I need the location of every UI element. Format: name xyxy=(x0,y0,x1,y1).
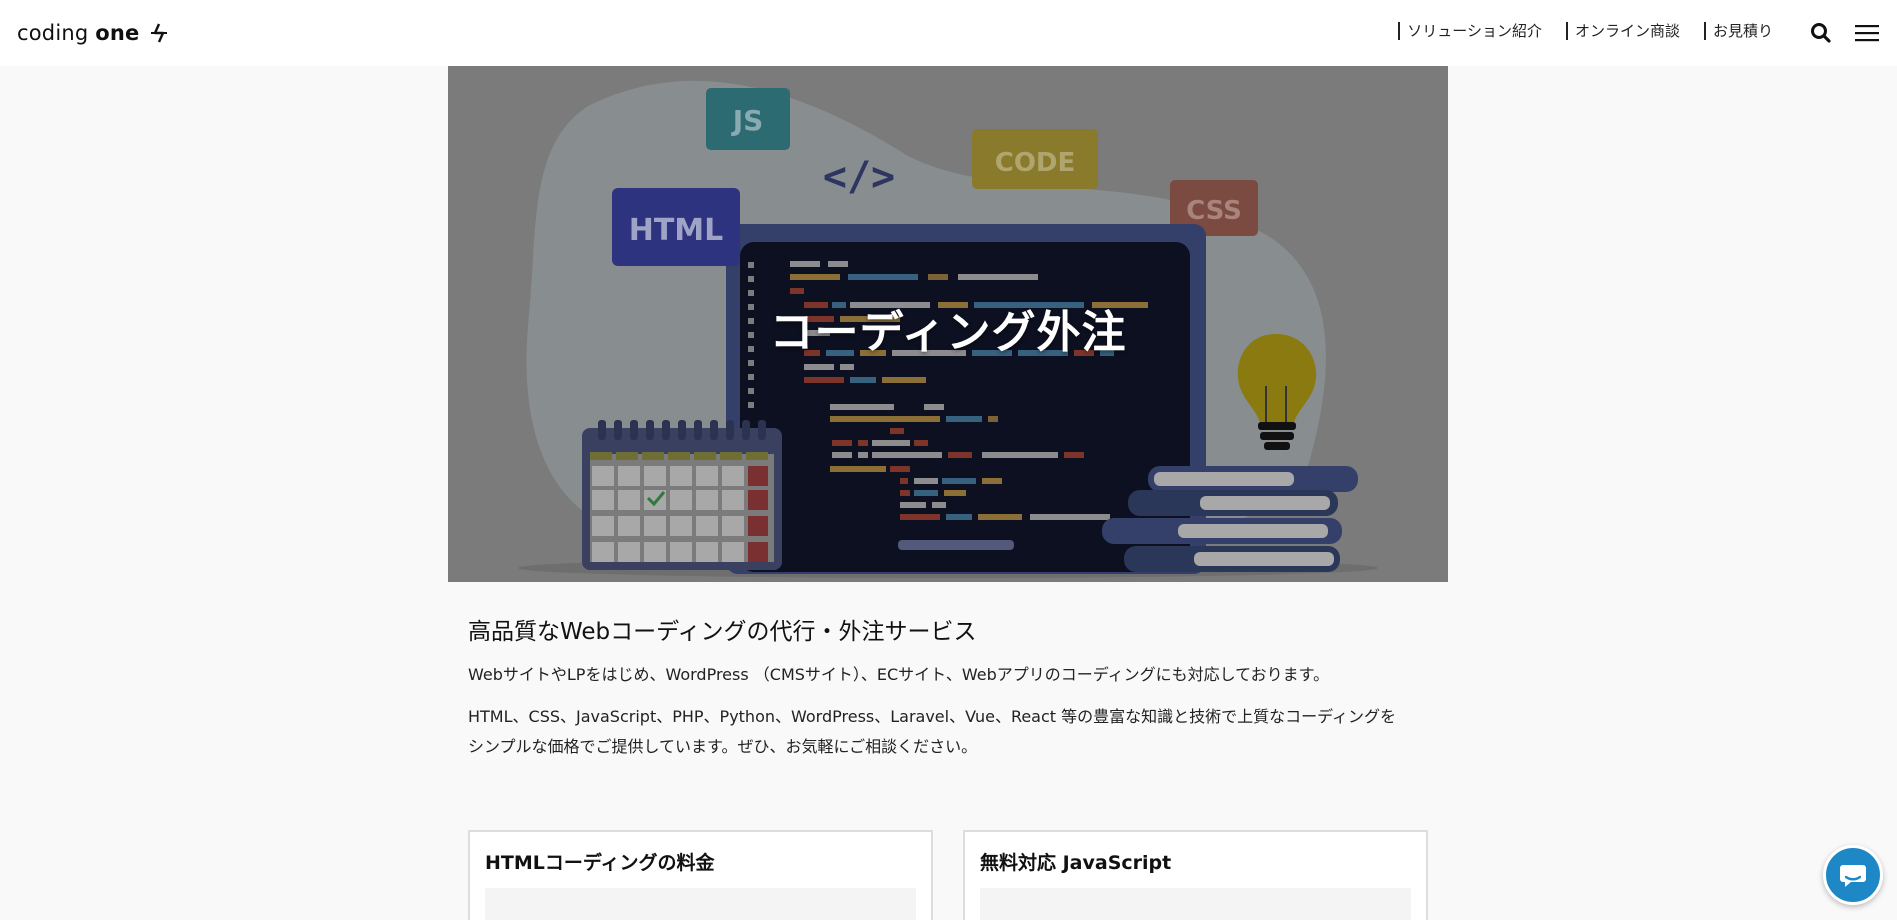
search-icon[interactable] xyxy=(1808,20,1834,46)
card-free-javascript[interactable]: 無料対応 JavaScript xyxy=(963,830,1428,920)
code-tag-icon: </> xyxy=(823,154,895,200)
intro-paragraph-2-line-2: シンプルな価格でご提供しています。ぜひ、お気軽にご相談ください。 xyxy=(468,737,978,756)
card-title: 無料対応 JavaScript xyxy=(980,852,1172,874)
site-header: coding one ソリューション紹介 オンライン商談 お見積り xyxy=(0,0,1897,66)
intro-paragraph-2: HTML、CSS、JavaScript、PHP、Python、WordPress… xyxy=(468,702,1428,762)
card-body xyxy=(980,888,1411,920)
logo-mark-icon xyxy=(150,23,167,43)
intro-paragraph-2-line-1: HTML、CSS、JavaScript、PHP、Python、WordPress… xyxy=(468,707,1397,726)
main-nav: ソリューション紹介 オンライン商談 お見積り xyxy=(1398,22,1773,40)
card-title: HTMLコーディングの料金 xyxy=(485,852,715,874)
hero-title: コーディング外注 xyxy=(769,307,1127,358)
intro-paragraph-1: WebサイトやLPをはじめ、WordPress （CMSサイト）、ECサイト、W… xyxy=(468,665,1330,684)
code-badge-text: CODE xyxy=(995,148,1076,178)
html-badge-text: HTML xyxy=(629,213,724,248)
nav-estimate[interactable]: お見積り xyxy=(1703,22,1773,40)
css-badge-text: CSS xyxy=(1186,196,1242,226)
intro-section: 高品質なWebコーディングの代行・外注サービス WebサイトやLPをはじめ、Wo… xyxy=(468,612,1428,774)
logo-text: coding one xyxy=(17,21,140,45)
site-logo[interactable]: coding one xyxy=(17,20,170,46)
chat-bubble-icon xyxy=(1840,865,1866,887)
card-html-coding-price[interactable]: HTMLコーディングの料金 xyxy=(468,830,933,920)
js-badge-text: JS xyxy=(731,104,764,137)
card-body xyxy=(485,888,916,920)
chat-button[interactable] xyxy=(1823,845,1883,905)
hamburger-menu-icon[interactable] xyxy=(1854,20,1880,46)
hero-banner: JS CODE </> CSS HTML コーディング外注 xyxy=(448,66,1448,582)
nav-solutions[interactable]: ソリューション紹介 xyxy=(1398,22,1542,40)
nav-online-meeting[interactable]: オンライン商談 xyxy=(1565,22,1680,40)
section-heading: 高品質なWebコーディングの代行・外注サービス xyxy=(468,619,977,645)
